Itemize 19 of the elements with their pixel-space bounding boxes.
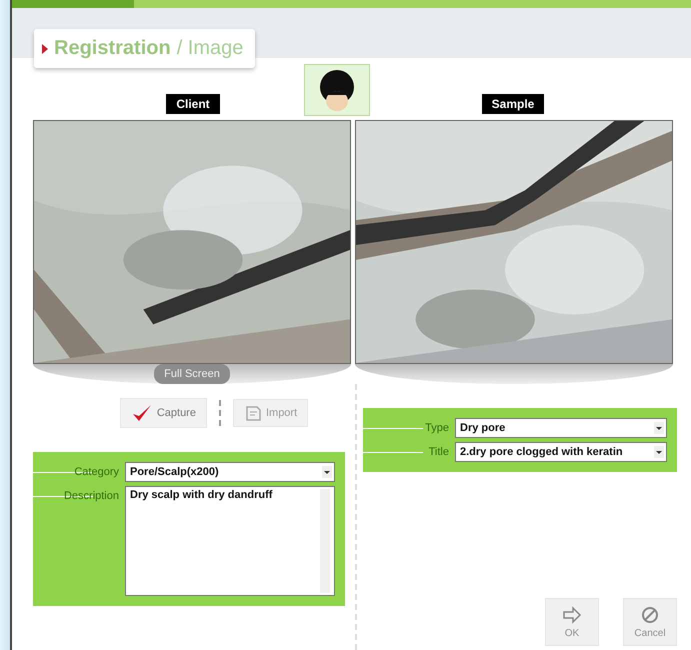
capture-button[interactable]: Capture [120,398,207,428]
caret-icon [654,422,664,434]
viewer-label: Sample [482,94,544,114]
dropdown[interactable]: Pore/Scalp(x200) [125,462,335,482]
document-icon [244,404,262,422]
dropdown[interactable]: Dry pore [455,418,667,438]
caret-icon [654,446,664,458]
page-subtitle: / Image [176,37,244,60]
triangle-icon [42,44,48,54]
avatar-icon [304,64,370,116]
arrow-icon [562,606,582,624]
ban-icon [641,606,659,624]
check-icon [130,403,153,423]
viewer-label: Client [166,94,220,114]
full-screen-button[interactable]: Full Screen [154,364,230,384]
dropdown[interactable]: 2.dry pore clogged with keratin [455,442,667,462]
caret-icon [322,466,332,478]
text-area[interactable]: Dry scalp with dry dandruff [125,486,335,596]
page-title: Registration [54,37,171,60]
